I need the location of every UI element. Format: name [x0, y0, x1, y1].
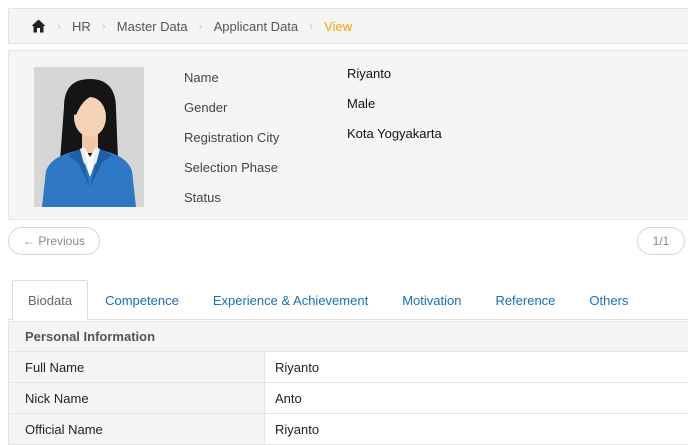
- label-name: Name: [184, 70, 219, 85]
- row-key: Nick Name: [9, 383, 265, 413]
- row-key: Full Name: [9, 352, 265, 382]
- value-gender: Male: [347, 96, 376, 111]
- chevron-right-icon: ›: [101, 19, 106, 33]
- value-name: Riyanto: [347, 66, 392, 81]
- pager-count: 1/1: [637, 227, 685, 255]
- row-value: Riyanto: [265, 352, 688, 382]
- label-registration-city: Registration City: [184, 130, 280, 145]
- profile-field-labels: Name Gender Registration City Selection …: [184, 67, 279, 217]
- previous-button[interactable]: ← Previous: [8, 227, 100, 255]
- section-tabs: Biodata Competence Experience & Achievem…: [8, 280, 688, 320]
- breadcrumb-item-master-data[interactable]: Master Data: [117, 19, 188, 34]
- breadcrumb-home[interactable]: [31, 19, 46, 33]
- tab-competence[interactable]: Competence: [88, 281, 196, 319]
- personal-information-table: Personal Information Full Name Riyanto N…: [8, 321, 688, 445]
- applicant-profile-panel: Name Gender Registration City Selection …: [8, 50, 688, 220]
- profile-field-values: Riyanto Male Kota Yogyakarta: [347, 65, 442, 215]
- breadcrumb-item-hr[interactable]: HR: [72, 19, 91, 34]
- table-row: Nick Name Anto: [8, 383, 688, 414]
- tab-biodata[interactable]: Biodata: [12, 280, 89, 320]
- label-gender: Gender: [184, 100, 228, 115]
- label-selection-phase: Selection Phase: [184, 160, 278, 175]
- value-registration-city: Kota Yogyakarta: [347, 126, 442, 141]
- section-title: Personal Information: [8, 321, 688, 352]
- value-selection-phase: [347, 155, 442, 185]
- chevron-right-icon: ›: [57, 19, 61, 33]
- row-value: Riyanto: [265, 414, 688, 444]
- value-status: [347, 185, 442, 215]
- chevron-right-icon: ›: [198, 19, 203, 33]
- tab-motivation[interactable]: Motivation: [385, 281, 478, 319]
- tab-experience-achievement[interactable]: Experience & Achievement: [196, 281, 385, 319]
- breadcrumb-item-applicant-data[interactable]: Applicant Data: [214, 19, 299, 34]
- tab-others[interactable]: Others: [572, 281, 645, 319]
- table-row: Official Name Riyanto: [8, 414, 688, 445]
- row-value: Anto: [265, 383, 688, 413]
- label-status: Status: [184, 190, 221, 205]
- applicant-photo: [34, 67, 144, 207]
- breadcrumb-item-view: View: [324, 18, 353, 34]
- table-row: Full Name Riyanto: [8, 352, 688, 383]
- chevron-right-icon: ›: [309, 19, 314, 33]
- female-avatar-icon: [34, 67, 144, 207]
- home-icon: [31, 19, 46, 33]
- breadcrumb: › HR › Master Data › Applicant Data › Vi…: [8, 8, 688, 44]
- row-key: Official Name: [9, 414, 265, 444]
- tab-reference[interactable]: Reference: [478, 281, 572, 319]
